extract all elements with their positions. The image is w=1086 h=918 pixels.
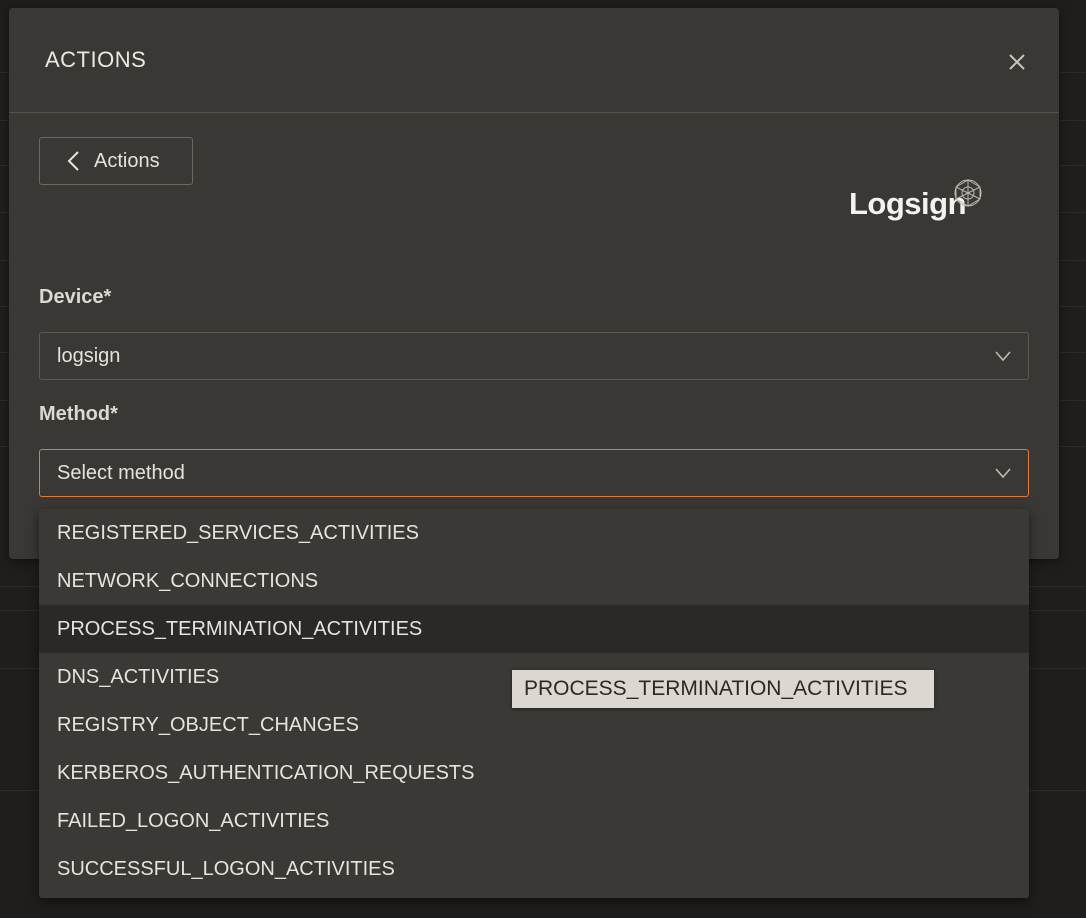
device-select[interactable]: logsign bbox=[39, 332, 1029, 380]
chevron-down-icon bbox=[995, 468, 1011, 479]
close-button[interactable] bbox=[1003, 48, 1031, 76]
modal-title: ACTIONS bbox=[45, 47, 147, 72]
modal-header: ACTIONS bbox=[9, 8, 1059, 113]
method-option[interactable]: NETWORK_CONNECTIONS bbox=[39, 557, 1029, 605]
actions-modal: ACTIONS Actions Logsign Device* logsign … bbox=[9, 8, 1059, 559]
method-option-hovered[interactable]: PROCESS_TERMINATION_ACTIVITIES bbox=[39, 605, 1029, 653]
network-globe-icon bbox=[954, 179, 982, 207]
close-icon bbox=[1009, 54, 1025, 70]
chevron-down-icon bbox=[995, 351, 1011, 362]
logo-text: Logsign bbox=[849, 186, 967, 221]
method-option[interactable]: REGISTRY_OBJECT_CHANGES bbox=[39, 701, 1029, 749]
device-label: Device* bbox=[39, 286, 112, 308]
device-select-value: logsign bbox=[57, 344, 121, 367]
back-button-label: Actions bbox=[94, 149, 160, 172]
back-to-actions-button[interactable]: Actions bbox=[39, 137, 193, 185]
logsign-logo: Logsign bbox=[849, 176, 989, 226]
method-option[interactable]: REGISTERED_SERVICES_ACTIVITIES bbox=[39, 509, 1029, 557]
option-tooltip: PROCESS_TERMINATION_ACTIVITIES bbox=[512, 670, 934, 708]
chevron-left-icon bbox=[67, 151, 79, 171]
method-option[interactable]: SUCCESSFUL_LOGON_ACTIVITIES bbox=[39, 845, 1029, 893]
method-option[interactable]: KERBEROS_AUTHENTICATION_REQUESTS bbox=[39, 749, 1029, 797]
method-label: Method* bbox=[39, 403, 118, 425]
method-option[interactable]: FAILED_LOGON_ACTIVITIES bbox=[39, 797, 1029, 845]
method-select[interactable]: Select method bbox=[39, 449, 1029, 497]
method-select-placeholder: Select method bbox=[57, 461, 185, 484]
